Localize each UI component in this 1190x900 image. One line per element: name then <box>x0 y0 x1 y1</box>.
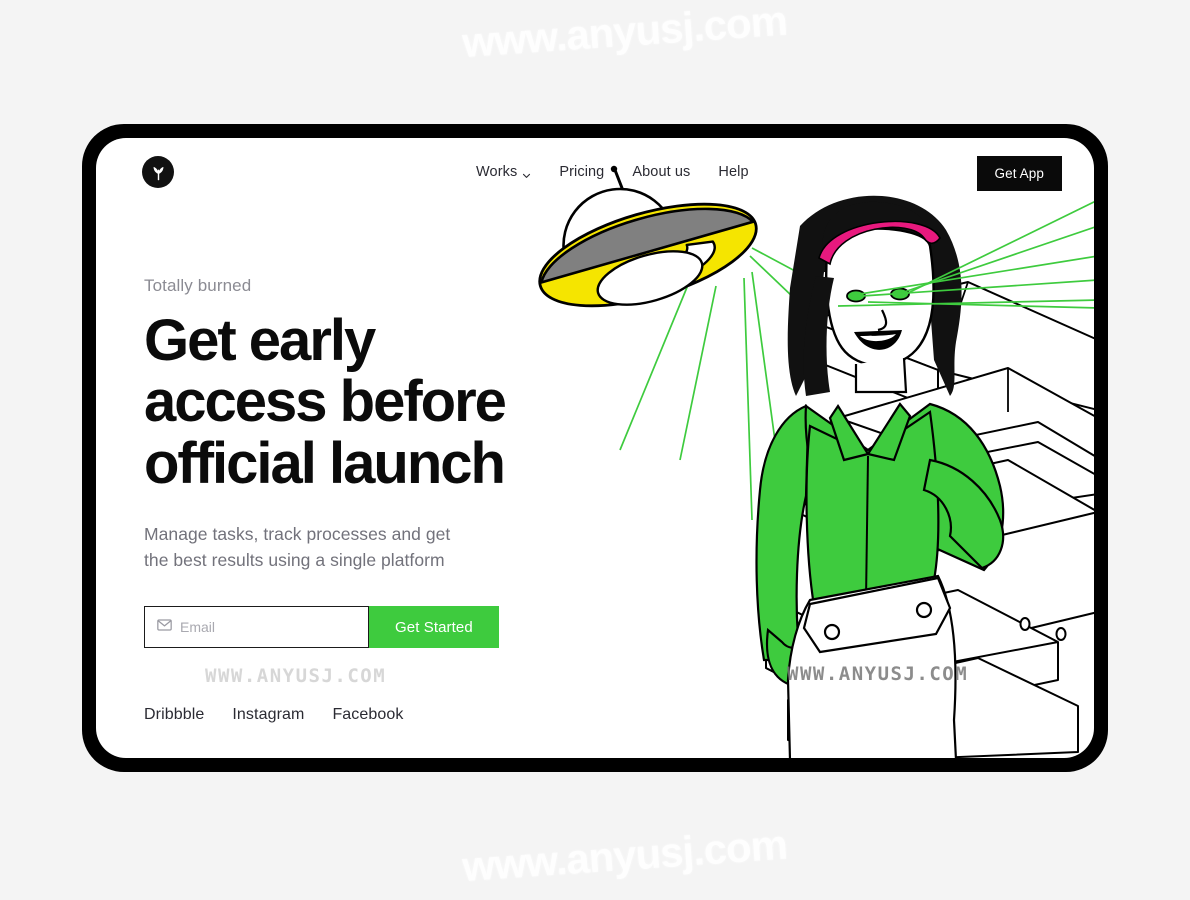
headline-line: access before <box>144 369 507 435</box>
subhead-line: the best results using a single platform <box>144 550 445 571</box>
sprout-logo-icon[interactable] <box>142 156 174 188</box>
main-nav: Works Pricing About us Help <box>476 164 749 180</box>
page-root: www.anyusj.com www.anyusj.com www.anyusj… <box>0 0 1190 900</box>
social-link-facebook[interactable]: Facebook <box>332 706 403 724</box>
hero-section: Totally burned Get early access before o… <box>144 276 614 649</box>
nav-item-label: Help <box>718 164 749 180</box>
site-header: Works Pricing About us Help Get App <box>96 138 1094 214</box>
headline-line: official launch <box>144 430 506 496</box>
social-link-dribbble[interactable]: Dribbble <box>144 706 204 724</box>
nav-item-label: Works <box>476 164 518 180</box>
email-field-wrapper[interactable] <box>144 606 369 649</box>
device-screen: Works Pricing About us Help Get App Tota… <box>96 138 1094 758</box>
nav-item-pricing[interactable]: Pricing <box>559 164 604 180</box>
watermark-large: www.anyusj.com <box>460 820 789 891</box>
nav-item-label: Pricing <box>559 164 605 180</box>
hero-eyebrow: Totally burned <box>144 276 252 295</box>
envelope-icon <box>157 618 172 636</box>
subhead-line: Manage tasks, track processes and get <box>144 524 451 545</box>
watermark-large: www.anyusj.com <box>460 0 789 67</box>
chevron-down-icon <box>522 168 531 178</box>
nav-item-about-us[interactable]: About us <box>632 164 690 180</box>
get-app-button[interactable]: Get App <box>976 156 1062 191</box>
nav-item-help[interactable]: Help <box>718 164 748 180</box>
page-title: Get early access before official launch <box>144 308 614 496</box>
hero-subheading: Manage tasks, track processes and get th… <box>144 522 614 574</box>
social-link-instagram[interactable]: Instagram <box>232 706 304 724</box>
hero-illustration <box>538 160 1094 758</box>
headline-line: Get early <box>144 308 376 373</box>
nav-item-works[interactable]: Works <box>476 164 531 180</box>
get-started-button[interactable]: Get Started <box>369 606 499 649</box>
signup-form: Get Started <box>144 606 614 649</box>
device-frame: Works Pricing About us Help Get App Tota… <box>82 124 1108 772</box>
nav-item-label: About us <box>632 164 691 180</box>
social-links: Dribbble Instagram Facebook <box>144 706 404 724</box>
email-input[interactable] <box>180 619 361 636</box>
